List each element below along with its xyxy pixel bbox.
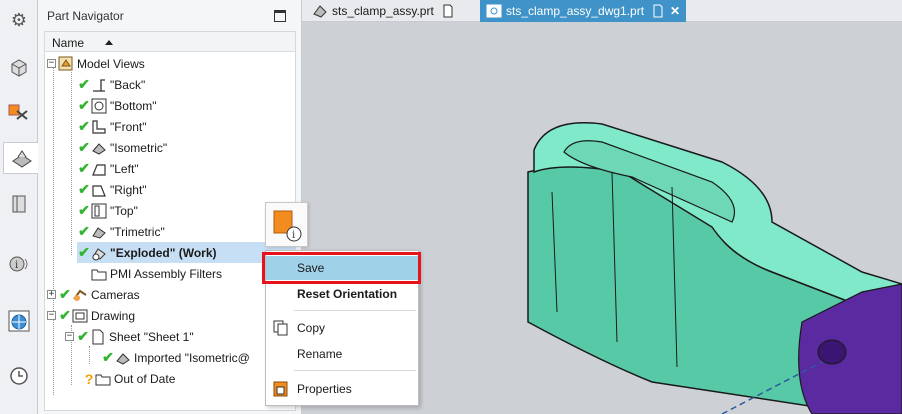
view-left-icon <box>91 161 107 177</box>
tree-item-view-back[interactable]: ✔ "Back" <box>77 74 145 95</box>
view-right-icon <box>91 182 107 198</box>
tree-item-pmi-filters[interactable]: ✔ PMI Assembly Filters <box>77 263 222 284</box>
checkmark-icon[interactable]: ✔ <box>77 181 91 198</box>
modified-page-icon <box>650 3 666 19</box>
drawing-file-icon <box>486 3 502 19</box>
cameras-icon <box>72 287 88 303</box>
checkmark-icon[interactable]: ✔ <box>77 160 91 177</box>
menu-item-copy[interactable]: Copy <box>266 316 418 340</box>
menu-item-rename[interactable]: Rename <box>266 342 418 366</box>
document-tab-bar: sts_clamp_assy.prt sts_clamp_assy_dwg1.p… <box>302 0 902 22</box>
tree-item-view-trimetric[interactable]: ✔ "Trimetric" <box>77 221 165 242</box>
collapse-icon[interactable]: − <box>47 59 56 68</box>
tree-item-imported-view[interactable]: ✔ Imported "Isometric@ <box>101 347 250 368</box>
tree-item-view-top[interactable]: ✔ "Top" <box>77 200 138 221</box>
navigator-tree: Name − Model Views ✔ "Back" ✔ "Bottom" ✔ <box>44 31 296 411</box>
checkmark-icon[interactable]: ✔ <box>77 223 91 240</box>
question-icon: ? <box>84 370 94 387</box>
checkmark-icon[interactable]: ✔ <box>76 328 90 345</box>
constraint-navigator-icon[interactable] <box>3 96 35 128</box>
checkmark-icon[interactable]: ✔ <box>58 286 72 303</box>
checkmark-icon[interactable]: ✔ <box>77 244 91 261</box>
tree-item-out-of-date[interactable]: ? Out of Date <box>83 368 176 389</box>
view-back-icon <box>91 77 107 93</box>
svg-text:i: i <box>292 230 295 241</box>
assembly-navigator-icon[interactable] <box>3 52 35 84</box>
menu-item-properties[interactable]: Properties <box>266 377 418 401</box>
info-icon[interactable]: i <box>3 248 35 280</box>
resource-bar: ⚙ i <box>0 0 39 414</box>
reuse-library-icon[interactable] <box>3 188 35 220</box>
tree-item-sheet[interactable]: − ✔ Sheet "Sheet 1" <box>65 326 194 347</box>
tab-drawing[interactable]: sts_clamp_assy_dwg1.prt ✕ <box>480 0 686 22</box>
checkmark-icon[interactable]: ✔ <box>58 307 72 324</box>
tree-item-view-right[interactable]: ✔ "Right" <box>77 179 146 200</box>
view-isometric-icon <box>91 140 107 156</box>
gear-icon[interactable]: ⚙ <box>3 4 35 36</box>
part-navigator-panel: Part Navigator Name − Model Views ✔ "Bac… <box>38 0 302 414</box>
tree-item-drawing[interactable]: − ✔ Drawing <box>47 305 135 326</box>
part-navigator-icon[interactable] <box>3 142 39 174</box>
copy-icon <box>273 320 288 336</box>
tree-item-view-front[interactable]: ✔ "Front" <box>77 116 146 137</box>
collapse-icon[interactable]: − <box>65 332 74 341</box>
navigator-title: Part Navigator <box>47 9 124 23</box>
view-info-icon: i <box>273 210 302 242</box>
checkmark-icon[interactable]: ✔ <box>77 202 91 219</box>
tree-item-cameras[interactable]: + ✔ Cameras <box>47 284 140 305</box>
sort-ascending-icon <box>105 40 113 45</box>
close-icon[interactable]: ✕ <box>670 4 680 18</box>
collapse-icon[interactable]: − <box>47 311 56 320</box>
assembly-file-icon <box>312 3 328 19</box>
checkmark-icon[interactable]: ✔ <box>77 139 91 156</box>
view-front-icon <box>91 119 107 135</box>
menu-separator <box>294 370 416 371</box>
column-header-label: Name <box>52 36 85 50</box>
view-bottom-icon <box>91 98 107 114</box>
view-trimetric-icon <box>91 224 107 240</box>
view-top-icon <box>91 203 107 219</box>
quick-info-button[interactable]: i <box>265 202 308 247</box>
menu-item-save[interactable]: Save <box>266 256 418 280</box>
drawing-icon <box>72 308 88 324</box>
history-clock-icon[interactable] <box>3 360 35 392</box>
checkmark-icon[interactable]: ✔ <box>77 118 91 135</box>
tree-item-view-left[interactable]: ✔ "Left" <box>77 158 138 179</box>
context-menu: Save Reset Orientation Copy Rename Prope… <box>265 250 419 406</box>
checkmark-icon[interactable]: ✔ <box>101 349 115 366</box>
tree-item-view-isometric[interactable]: ✔ "Isometric" <box>77 137 167 158</box>
tree-item-view-bottom[interactable]: ✔ "Bottom" <box>77 95 157 116</box>
sheet-icon <box>90 329 106 345</box>
web-browser-icon[interactable] <box>3 305 35 337</box>
maximize-icon[interactable] <box>274 10 286 22</box>
folder-icon <box>95 371 111 387</box>
menu-item-reset-orientation[interactable]: Reset Orientation <box>266 282 418 306</box>
imported-view-icon <box>115 350 131 366</box>
checkmark-icon[interactable]: ✔ <box>77 76 91 93</box>
checkmark-icon[interactable]: ✔ <box>77 97 91 114</box>
tree-item-model-views[interactable]: − Model Views <box>47 53 145 74</box>
column-header-name[interactable]: Name <box>45 32 295 52</box>
modified-page-icon <box>440 3 456 19</box>
svg-text:i: i <box>15 260 18 271</box>
properties-icon <box>273 381 288 397</box>
folder-icon <box>91 266 107 282</box>
expand-icon[interactable]: + <box>47 290 56 299</box>
model-views-icon <box>58 56 74 72</box>
menu-separator <box>294 310 416 311</box>
tree-item-view-exploded[interactable]: ✔ "Exploded" (Work) <box>77 242 295 263</box>
view-exploded-icon <box>91 245 107 261</box>
tab-assembly[interactable]: sts_clamp_assy.prt <box>306 0 462 22</box>
